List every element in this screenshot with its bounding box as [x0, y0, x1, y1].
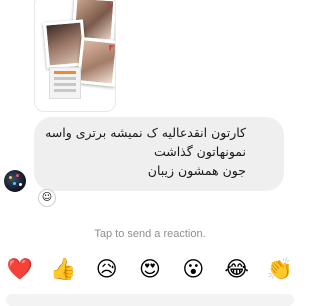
thumbs-up-icon: 👍 [50, 256, 77, 281]
reaction-thumbs-up[interactable]: 👍 [49, 255, 77, 283]
avatar[interactable] [4, 170, 26, 192]
photo-number: ۳ [108, 43, 115, 53]
message-line: جون همشون زیبان [147, 163, 246, 178]
laughing-tears-icon: 😂 [224, 256, 249, 281]
reaction-crying-face[interactable]: 😥 [93, 255, 121, 283]
message-line: نمونهاتون گذاشت [153, 144, 246, 159]
reaction-clapping-hands[interactable]: 👏 [266, 255, 294, 283]
crying-face-icon: 😥 [95, 256, 118, 281]
reaction-laughing-tears[interactable]: 😂 [223, 255, 251, 283]
reaction-red-heart[interactable]: ❤️ [6, 255, 34, 283]
smile-face-icon[interactable]: ☺ [38, 189, 56, 207]
reaction-hint: Tap to send a reaction. [94, 228, 206, 240]
message-line: کارتون انقدعالیه ک نمیشه برتری واسه [45, 125, 246, 140]
portrait-photo: ۳ [76, 37, 115, 87]
photo-number: ۱ [105, 0, 112, 11]
shared-image-message[interactable]: ۱ ۳ [34, 0, 116, 112]
stats-card-image [49, 67, 81, 99]
surprised-face-icon: 😮 [182, 256, 205, 281]
clapping-hands-icon: 👏 [266, 256, 294, 281]
message-input-bar[interactable] [6, 294, 294, 306]
red-heart-icon: ❤️ [6, 256, 34, 281]
reaction-picker: ❤️ 👍 😥 😍 😮 😂 👏 [6, 252, 294, 286]
reaction-heart-eyes[interactable]: 😍 [136, 255, 164, 283]
message-bubble[interactable]: کارتون انقدعالیه ک نمیشه برتری واسه نمون… [34, 117, 284, 191]
chat-thread: ۱ ۳ کارتون انقدعالیه ک نمیشه برتری واسه … [0, 0, 300, 306]
reaction-surprised-face[interactable]: 😮 [179, 255, 207, 283]
heart-eyes-icon: 😍 [139, 256, 161, 281]
